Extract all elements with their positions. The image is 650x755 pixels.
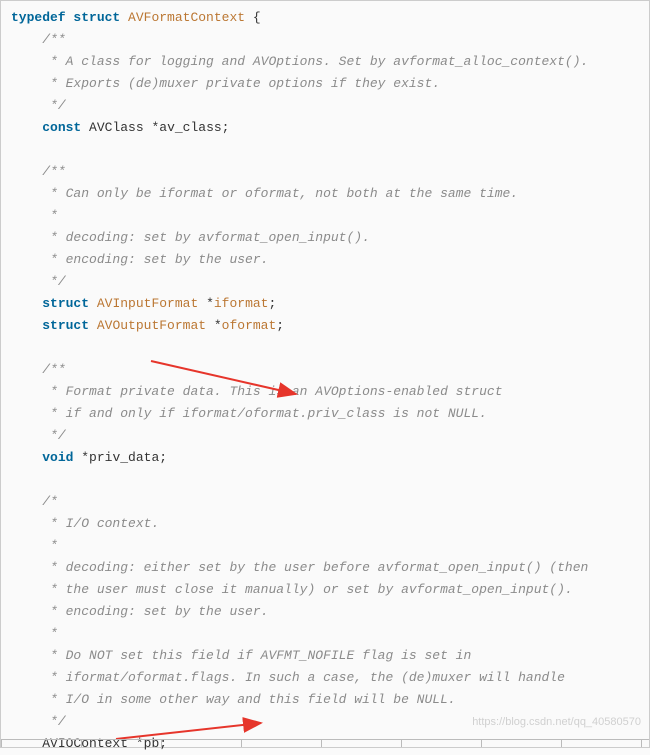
comment-line: * encoding: set by the user. <box>42 252 268 267</box>
field-oformat: oformat <box>222 318 277 333</box>
comment-line: * <box>42 208 58 223</box>
comment-line: * <box>42 538 58 553</box>
keyword-struct: struct <box>73 10 120 25</box>
comment-line: /** <box>42 362 65 377</box>
keyword-typedef: typedef <box>11 10 66 25</box>
field-iformat: iformat <box>214 296 269 311</box>
watermark-text: https://blog.csdn.net/qq_40580570 <box>472 711 641 733</box>
comment-line: /* <box>42 494 58 509</box>
comment-line: */ <box>42 428 65 443</box>
comment-line: * decoding: either set by the user befor… <box>42 560 588 575</box>
type-avoutputformat: AVOutputFormat <box>97 318 206 333</box>
type-avclass: AVClass <box>89 120 144 135</box>
type-avformatcontext: AVFormatContext <box>128 10 245 25</box>
comment-line: /** <box>42 164 65 179</box>
comment-line: * I/O in some other way and this field w… <box>42 692 455 707</box>
brace-open: { <box>245 10 261 25</box>
comment-line: * A class for logging and AVOptions. Set… <box>42 54 588 69</box>
type-avinputformat: AVInputFormat <box>97 296 198 311</box>
comment-line: * Do NOT set this field if AVFMT_NOFILE … <box>42 648 471 663</box>
keyword-const: const <box>42 120 81 135</box>
field-priv-data: *priv_data; <box>81 450 167 465</box>
keyword-struct: struct <box>42 318 89 333</box>
comment-line: * I/O context. <box>42 516 159 531</box>
comment-line: * Format private data. This is an AVOpti… <box>42 384 502 399</box>
comment-line: */ <box>42 274 65 289</box>
comment-line: * <box>42 626 58 641</box>
keyword-struct: struct <box>42 296 89 311</box>
bottom-ruler <box>1 739 649 747</box>
comment-line: * iformat/oformat.flags. In such a case,… <box>42 670 565 685</box>
comment-line: * if and only if iformat/oformat.priv_cl… <box>42 406 487 421</box>
comment-line: * decoding: set by avformat_open_input()… <box>42 230 370 245</box>
keyword-void: void <box>42 450 73 465</box>
comment-line: /** <box>42 32 65 47</box>
code-block: typedef struct AVFormatContext { /** * A… <box>1 1 649 755</box>
comment-line: */ <box>42 98 65 113</box>
comment-line: */ <box>42 714 65 729</box>
comment-line: * Exports (de)muxer private options if t… <box>42 76 440 91</box>
comment-line: * the user must close it manually) or se… <box>42 582 573 597</box>
comment-line: * encoding: set by the user. <box>42 604 268 619</box>
field-av-class: *av_class; <box>151 120 229 135</box>
comment-line: * Can only be iformat or oformat, not bo… <box>42 186 518 201</box>
